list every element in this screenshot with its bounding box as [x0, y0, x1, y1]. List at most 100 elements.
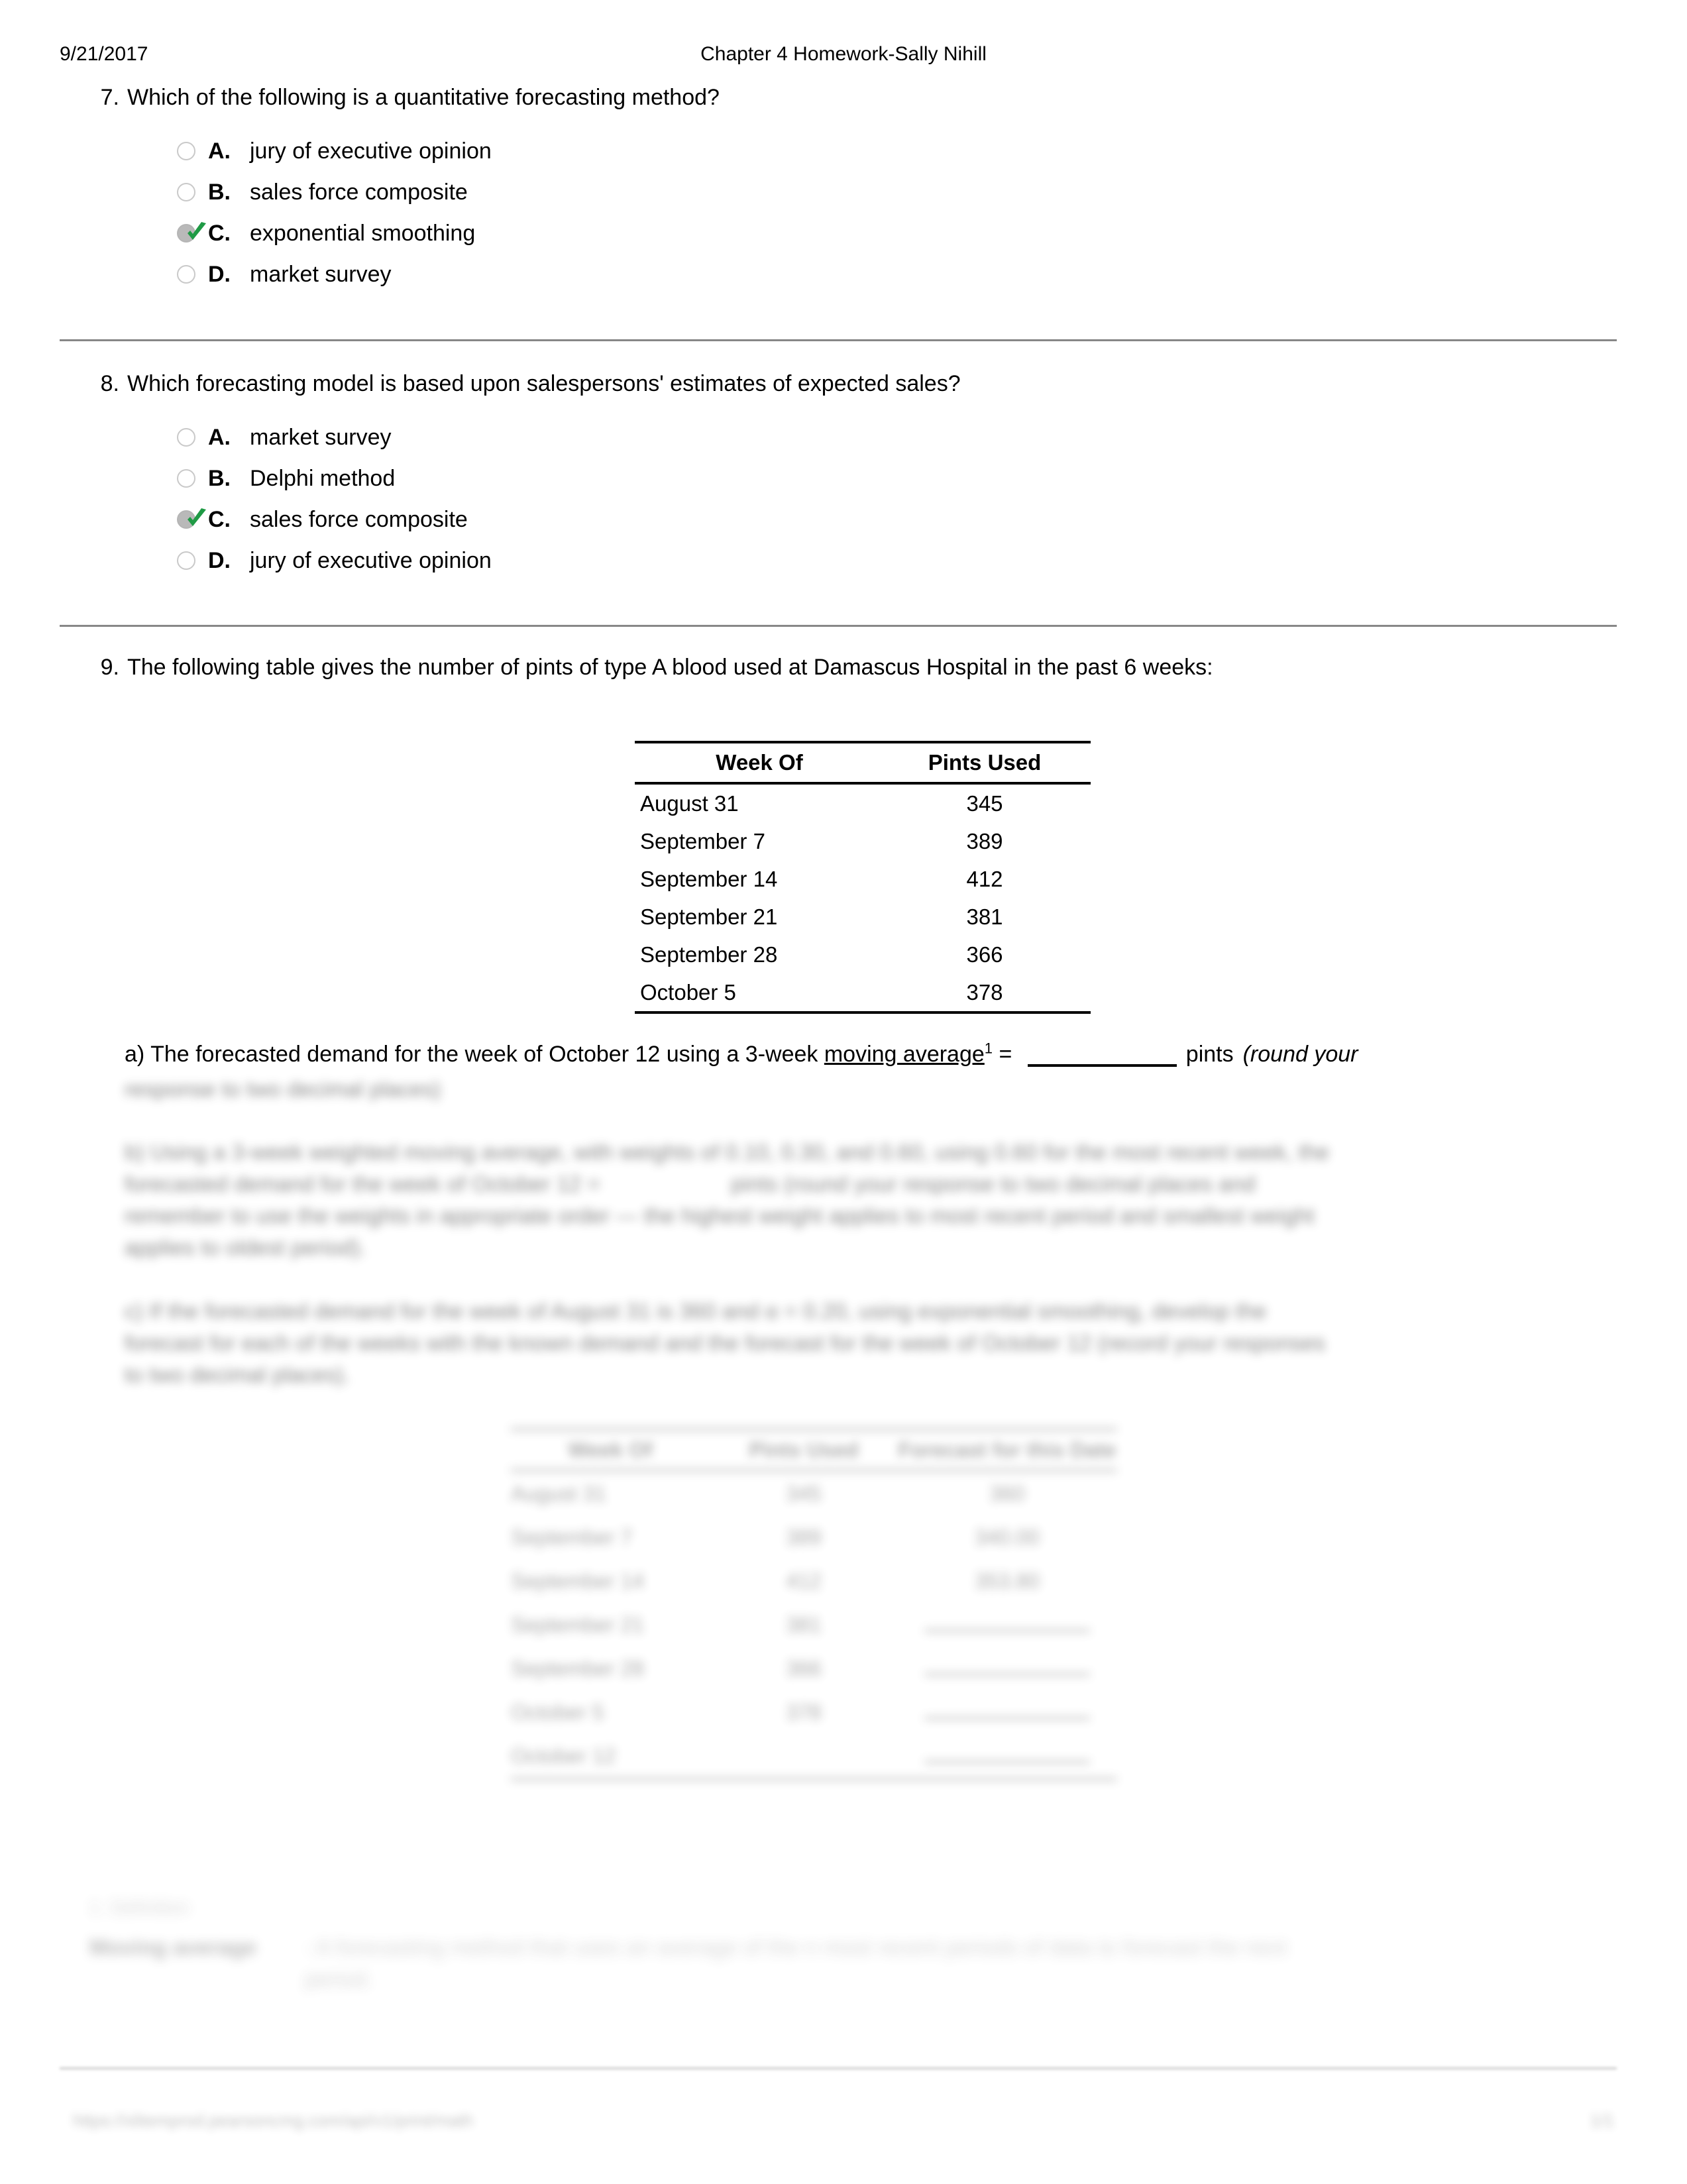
table-row: September 21 381 — [510, 1603, 1117, 1647]
radio-unselected-icon[interactable] — [177, 142, 195, 160]
option-label: sales force composite — [250, 180, 468, 205]
question-7-options: A. jury of executive opinion B. sales fo… — [127, 131, 1627, 295]
part-c-obscured: c) If the forecasted demand for the week… — [125, 1299, 1326, 1387]
option-letter: C. — [208, 507, 231, 532]
section-divider-2 — [60, 625, 1617, 627]
option-8-a[interactable]: A. market survey — [127, 417, 1627, 458]
answer-blank-a[interactable] — [1027, 1064, 1177, 1067]
table-row: September 7 389 — [635, 822, 1091, 860]
table-row: September 21 381 — [635, 898, 1091, 936]
question-8-prompt: 8. Which forecasting model is based upon… — [80, 369, 1627, 398]
column-header-forecast: Forecast for this Date — [898, 1437, 1116, 1462]
question-7: 7. Which of the following is a quantitat… — [80, 83, 1627, 295]
cell-week: August 31 — [511, 1481, 607, 1505]
cell-week: October 5 — [635, 973, 879, 1014]
radio-unselected-icon[interactable] — [177, 551, 195, 570]
radio-selected-icon[interactable] — [177, 510, 195, 529]
footnote-heading-obscured: 1. Definition — [89, 1897, 190, 1918]
cell-pints: 412 — [966, 866, 1003, 891]
header-title: Chapter 4 Homework-Sally Nihill — [700, 43, 987, 65]
option-7-a[interactable]: A. jury of executive opinion — [127, 131, 1627, 172]
table-row: October 5 378 — [635, 973, 1091, 1014]
cell-pints — [710, 1734, 897, 1780]
option-label: market survey — [250, 425, 392, 450]
radio-unselected-icon[interactable] — [177, 469, 195, 488]
column-header-week: Week Of — [568, 1437, 653, 1462]
cell-forecast: 340.00 — [975, 1525, 1040, 1549]
footer-rule — [60, 2067, 1617, 2069]
option-label: jury of executive opinion — [250, 548, 492, 573]
column-header-week: Week Of — [716, 750, 803, 775]
radio-unselected-icon[interactable] — [177, 183, 195, 201]
question-8-number: 8. — [100, 371, 119, 396]
question-9-prompt: 9. The following table gives the number … — [80, 653, 1627, 682]
cell-week: September 7 — [640, 828, 765, 853]
cell-pints: 389 — [786, 1525, 822, 1549]
option-letter: A. — [208, 425, 231, 450]
table-row: September 14 412 — [635, 860, 1091, 898]
option-letter: D. — [208, 548, 231, 573]
table-row: September 28 366 — [510, 1647, 1117, 1690]
cell-pints: 345 — [966, 791, 1003, 816]
table-row: August 31 345 — [635, 783, 1091, 822]
option-8-c[interactable]: C. sales force composite — [127, 499, 1627, 540]
question-9-number: 9. — [100, 655, 119, 680]
option-label: sales force composite — [250, 507, 468, 532]
column-header-pints: Pints Used — [749, 1437, 859, 1462]
cell-forecast-blank[interactable] — [897, 1603, 1117, 1647]
round-instruction: (round your — [1242, 1042, 1358, 1067]
option-7-b[interactable]: B. sales force composite — [127, 172, 1627, 213]
option-7-c[interactable]: C. exponential smoothing — [127, 213, 1627, 254]
option-8-b[interactable]: B. Delphi method — [127, 458, 1627, 499]
cell-week: September 21 — [640, 904, 778, 929]
table-row: October 12 — [510, 1734, 1117, 1780]
table-row: September 7 389 340.00 — [510, 1515, 1117, 1559]
option-letter: D. — [208, 262, 231, 287]
cell-week: September 14 — [511, 1568, 645, 1593]
equals-sign: = — [993, 1042, 1018, 1067]
footnote-term-obscured: Moving average — [89, 1935, 257, 1959]
cell-week: September 14 — [640, 866, 778, 891]
table-row: September 14 412 353.80 — [510, 1559, 1117, 1603]
moving-average-term: moving average — [824, 1042, 985, 1067]
question-9-text: The following table gives the number of … — [127, 655, 1213, 680]
cell-pints: 389 — [966, 828, 1003, 853]
table-row: October 5 378 — [510, 1690, 1117, 1734]
option-8-d[interactable]: D. jury of executive opinion — [127, 540, 1627, 581]
cell-week: September 28 — [511, 1656, 645, 1680]
question-7-prompt: 7. Which of the following is a quantitat… — [80, 83, 1627, 112]
cell-forecast-blank[interactable] — [897, 1647, 1117, 1690]
page-footer: https://xlitemprod.pearsoncmg.com/api/v1… — [73, 2110, 1614, 2141]
option-letter: A. — [208, 138, 231, 164]
table-row: September 28 366 — [635, 936, 1091, 973]
part-a-continuation-obscured: response to two decimal places) — [125, 1077, 441, 1101]
homework-page: 9/21/2017 Chapter 4 Homework-Sally Nihil… — [0, 0, 1687, 2184]
cell-forecast-blank[interactable] — [897, 1690, 1117, 1734]
cell-forecast-blank[interactable] — [897, 1734, 1117, 1780]
cell-pints: 378 — [786, 1700, 822, 1724]
question-8-text: Which forecasting model is based upon sa… — [127, 371, 961, 396]
page-header: 9/21/2017 Chapter 4 Homework-Sally Nihil… — [60, 41, 1627, 68]
column-header-pints: Pints Used — [928, 750, 1042, 775]
question-7-text: Which of the following is a quantitative… — [127, 85, 720, 110]
question-8: 8. Which forecasting model is based upon… — [80, 369, 1627, 581]
radio-unselected-icon[interactable] — [177, 265, 195, 284]
table-row: August 31 345 360 — [510, 1470, 1117, 1515]
radio-unselected-icon[interactable] — [177, 428, 195, 447]
cell-pints: 412 — [786, 1568, 822, 1593]
cell-forecast: 353.80 — [975, 1568, 1040, 1593]
cell-pints: 366 — [786, 1656, 822, 1680]
cell-week: September 7 — [511, 1525, 633, 1549]
radio-selected-icon[interactable] — [177, 224, 195, 243]
cell-forecast: 360 — [989, 1481, 1025, 1505]
part-a-text: a) The forecasted demand for the week of… — [125, 1039, 1358, 1069]
cell-pints: 366 — [966, 942, 1003, 967]
cell-pints: 345 — [786, 1481, 822, 1505]
option-7-d[interactable]: D. market survey — [127, 254, 1627, 295]
cell-week: August 31 — [640, 791, 739, 816]
option-letter: C. — [208, 221, 231, 246]
question-8-options: A. market survey B. Delphi method C. sal… — [127, 417, 1627, 581]
option-label: market survey — [250, 262, 392, 287]
cell-pints: 381 — [966, 904, 1003, 929]
cell-week: September 21 — [511, 1612, 645, 1637]
